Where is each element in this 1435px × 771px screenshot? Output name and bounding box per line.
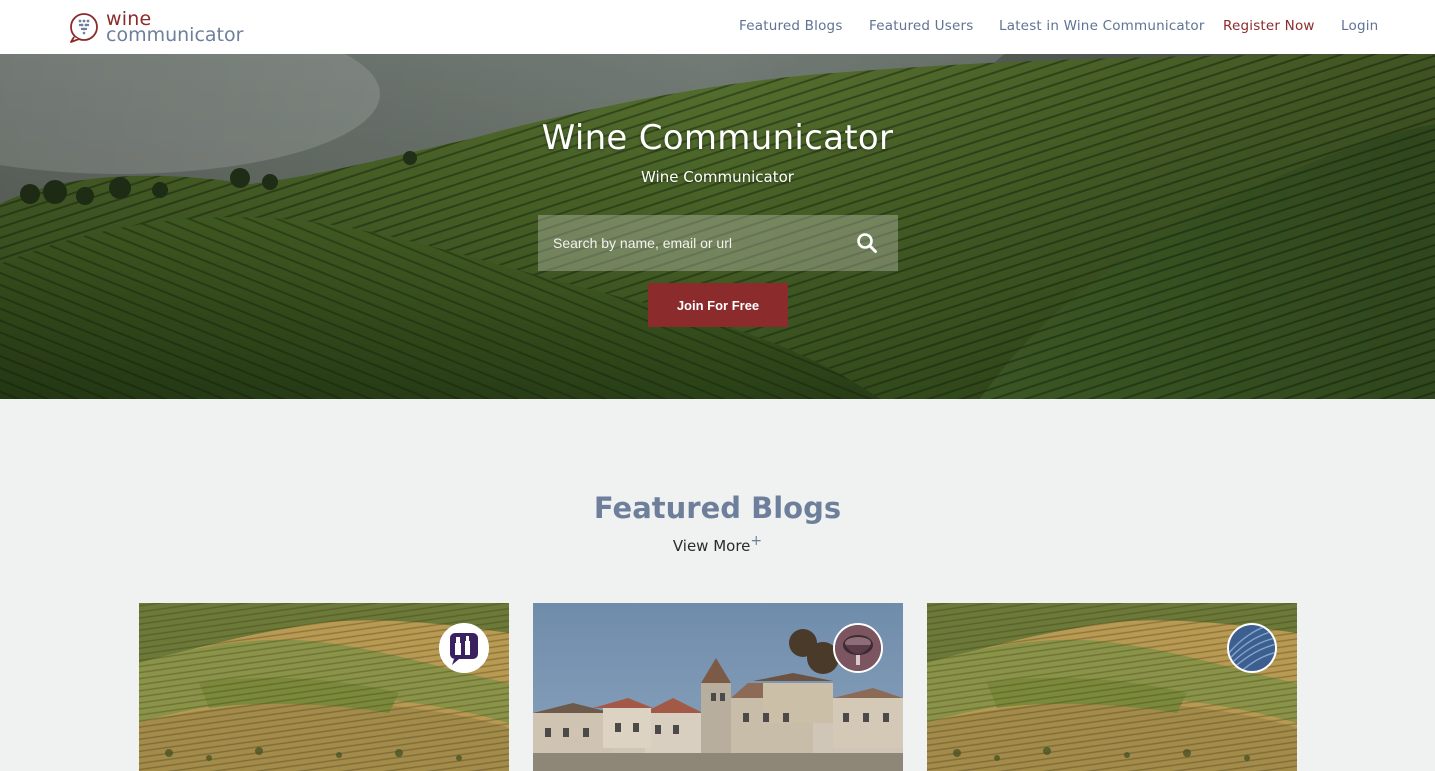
blogger-avatar[interactable] — [439, 623, 489, 673]
search-box — [538, 215, 898, 271]
join-for-free-button[interactable]: Join For Free — [648, 283, 788, 327]
hero-subtitle: Wine Communicator — [641, 168, 794, 186]
featured-blog-card[interactable] — [139, 603, 509, 771]
featured-blogs-heading: Featured Blogs — [593, 491, 842, 525]
search-input[interactable] — [538, 215, 838, 271]
nav-featured-blogs[interactable]: Featured Blogs — [739, 18, 843, 34]
featured-blog-card[interactable] — [533, 603, 903, 771]
wine-glass-avatar-icon — [835, 625, 881, 671]
hero-banner: Wine Communicator Wine Communicator Join… — [0, 54, 1435, 399]
nav-login[interactable]: Login — [1341, 18, 1378, 34]
blogger-avatar[interactable] — [1227, 623, 1277, 673]
search-icon[interactable] — [856, 232, 878, 254]
view-more-link-wrap: View More+ — [0, 533, 1435, 555]
blogger-avatar[interactable] — [833, 623, 883, 673]
top-navbar: wine communicator Featured Blogs Feature… — [0, 0, 1435, 54]
nav-menu: Featured Blogs Featured Users Latest in … — [0, 18, 1435, 38]
blue-swirl-avatar-icon — [1229, 625, 1275, 671]
nav-featured-users[interactable]: Featured Users — [869, 18, 973, 34]
view-more-link[interactable]: View More — [673, 537, 751, 555]
featured-blog-card[interactable] — [927, 603, 1297, 771]
plus-icon[interactable]: + — [750, 533, 762, 549]
hero-title: Wine Communicator — [541, 118, 894, 158]
nav-register-now[interactable]: Register Now — [1223, 18, 1315, 34]
nav-latest[interactable]: Latest in Wine Communicator — [999, 18, 1205, 34]
wine-bottle-chat-icon — [441, 625, 487, 671]
